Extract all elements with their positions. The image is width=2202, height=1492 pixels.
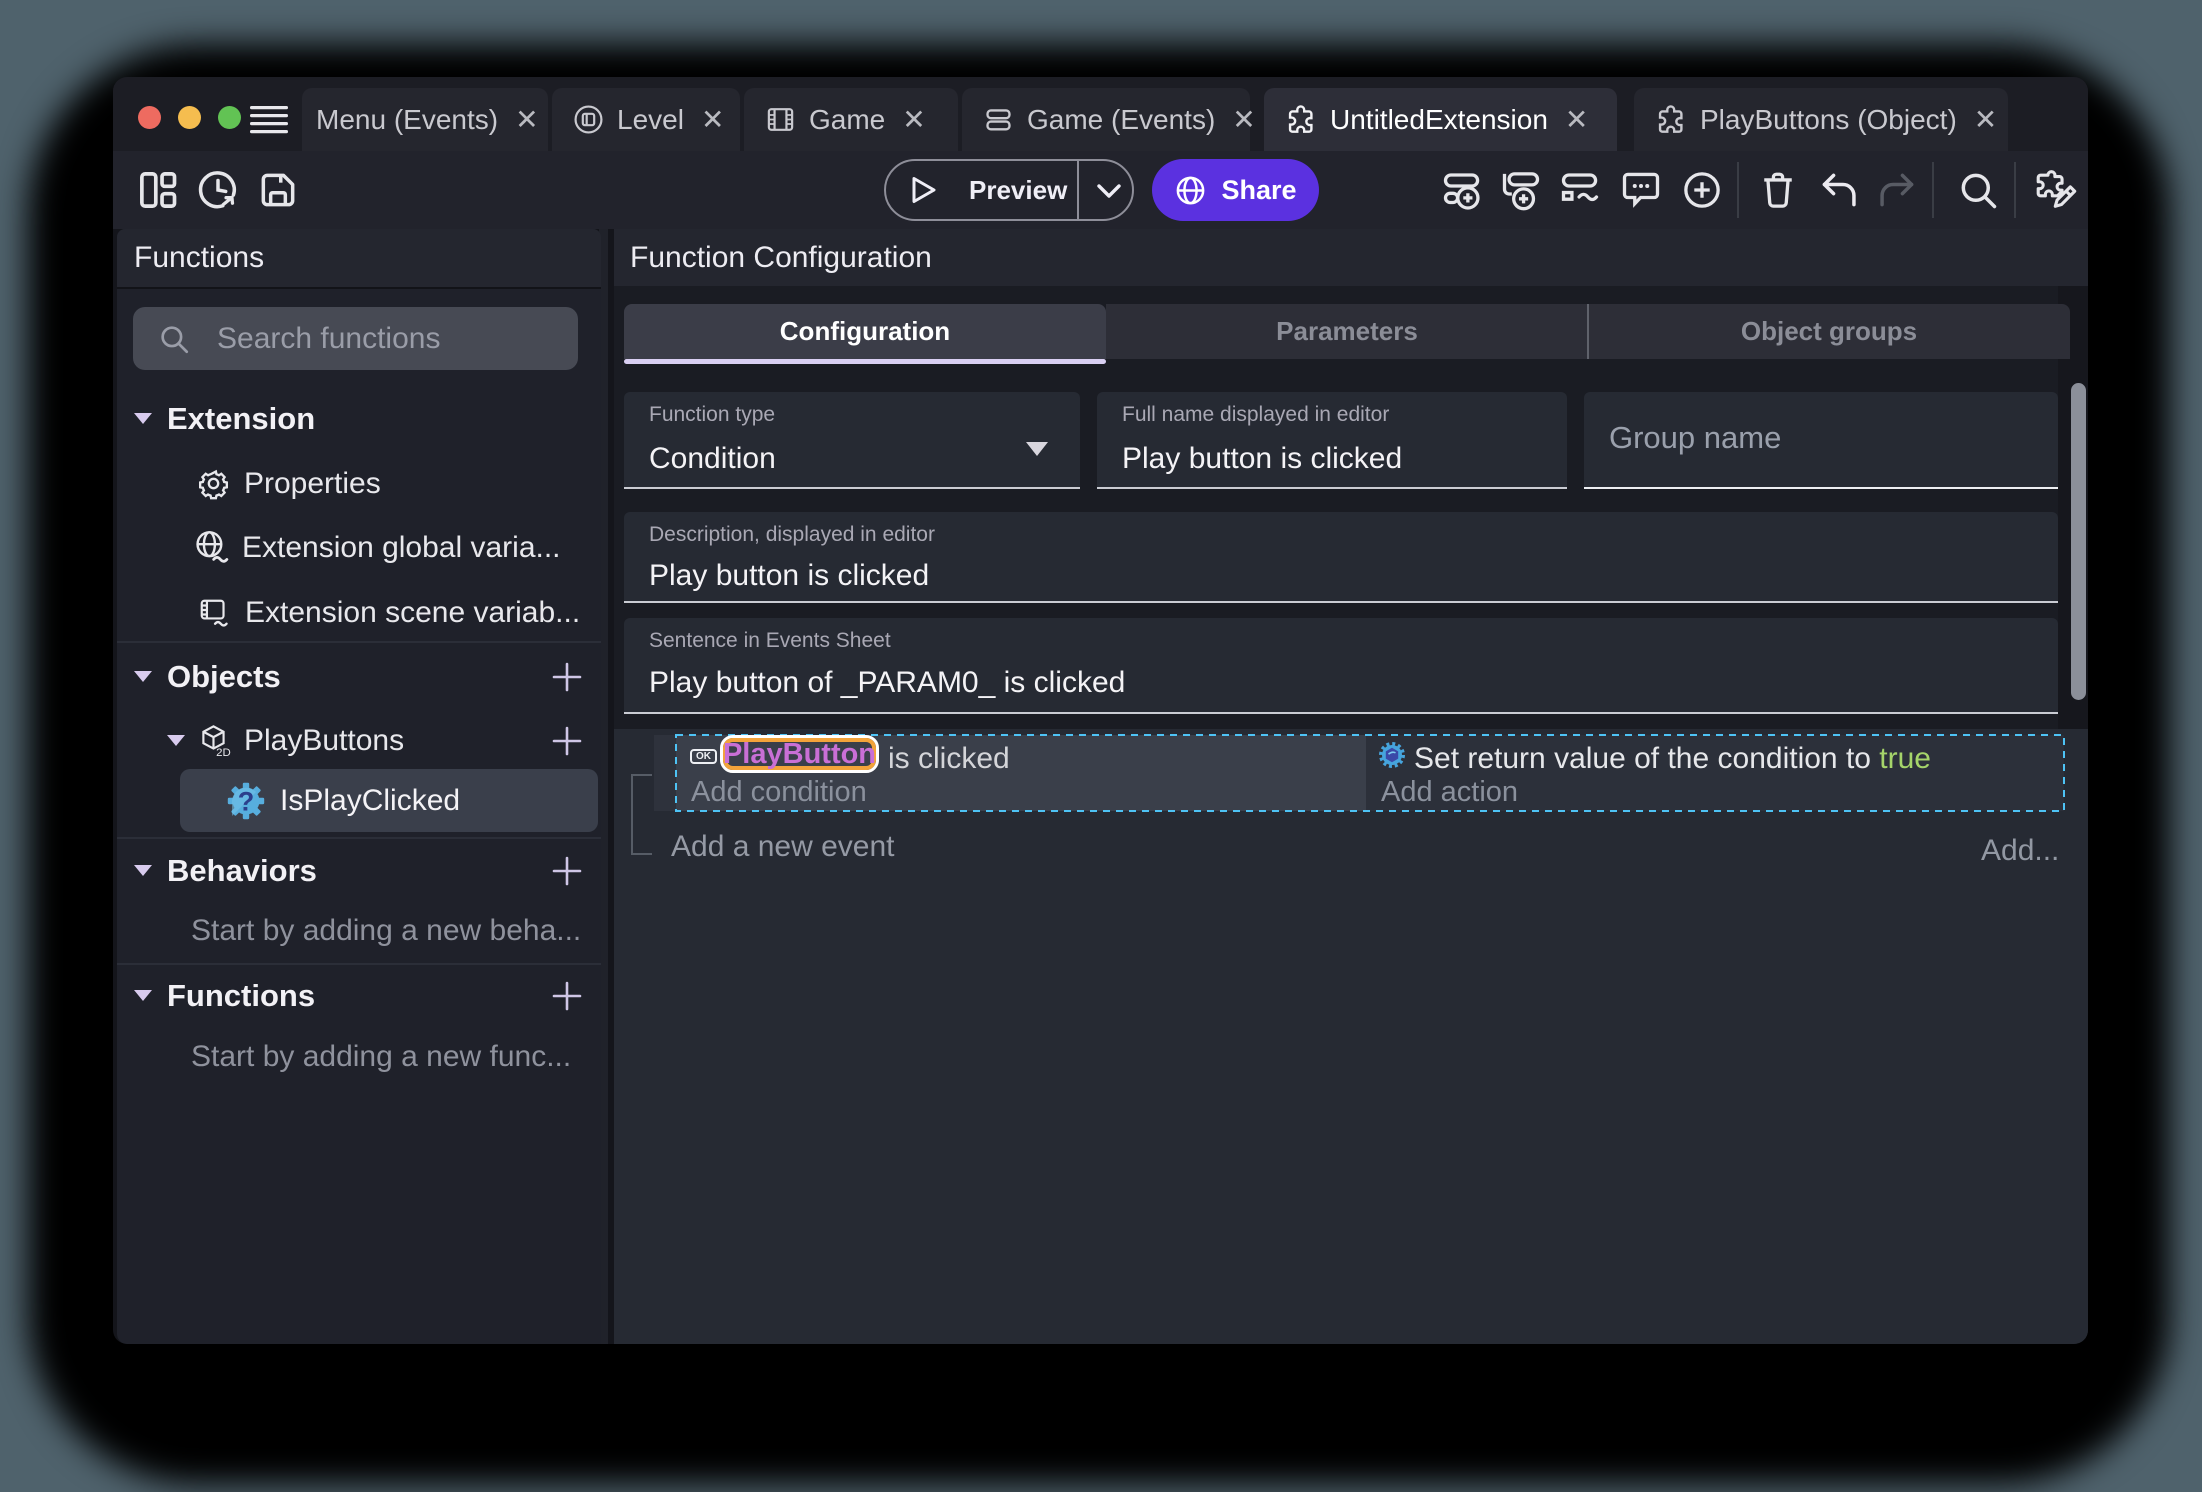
svg-text:2D: 2D <box>216 747 231 758</box>
svg-text:?: ? <box>238 786 255 816</box>
